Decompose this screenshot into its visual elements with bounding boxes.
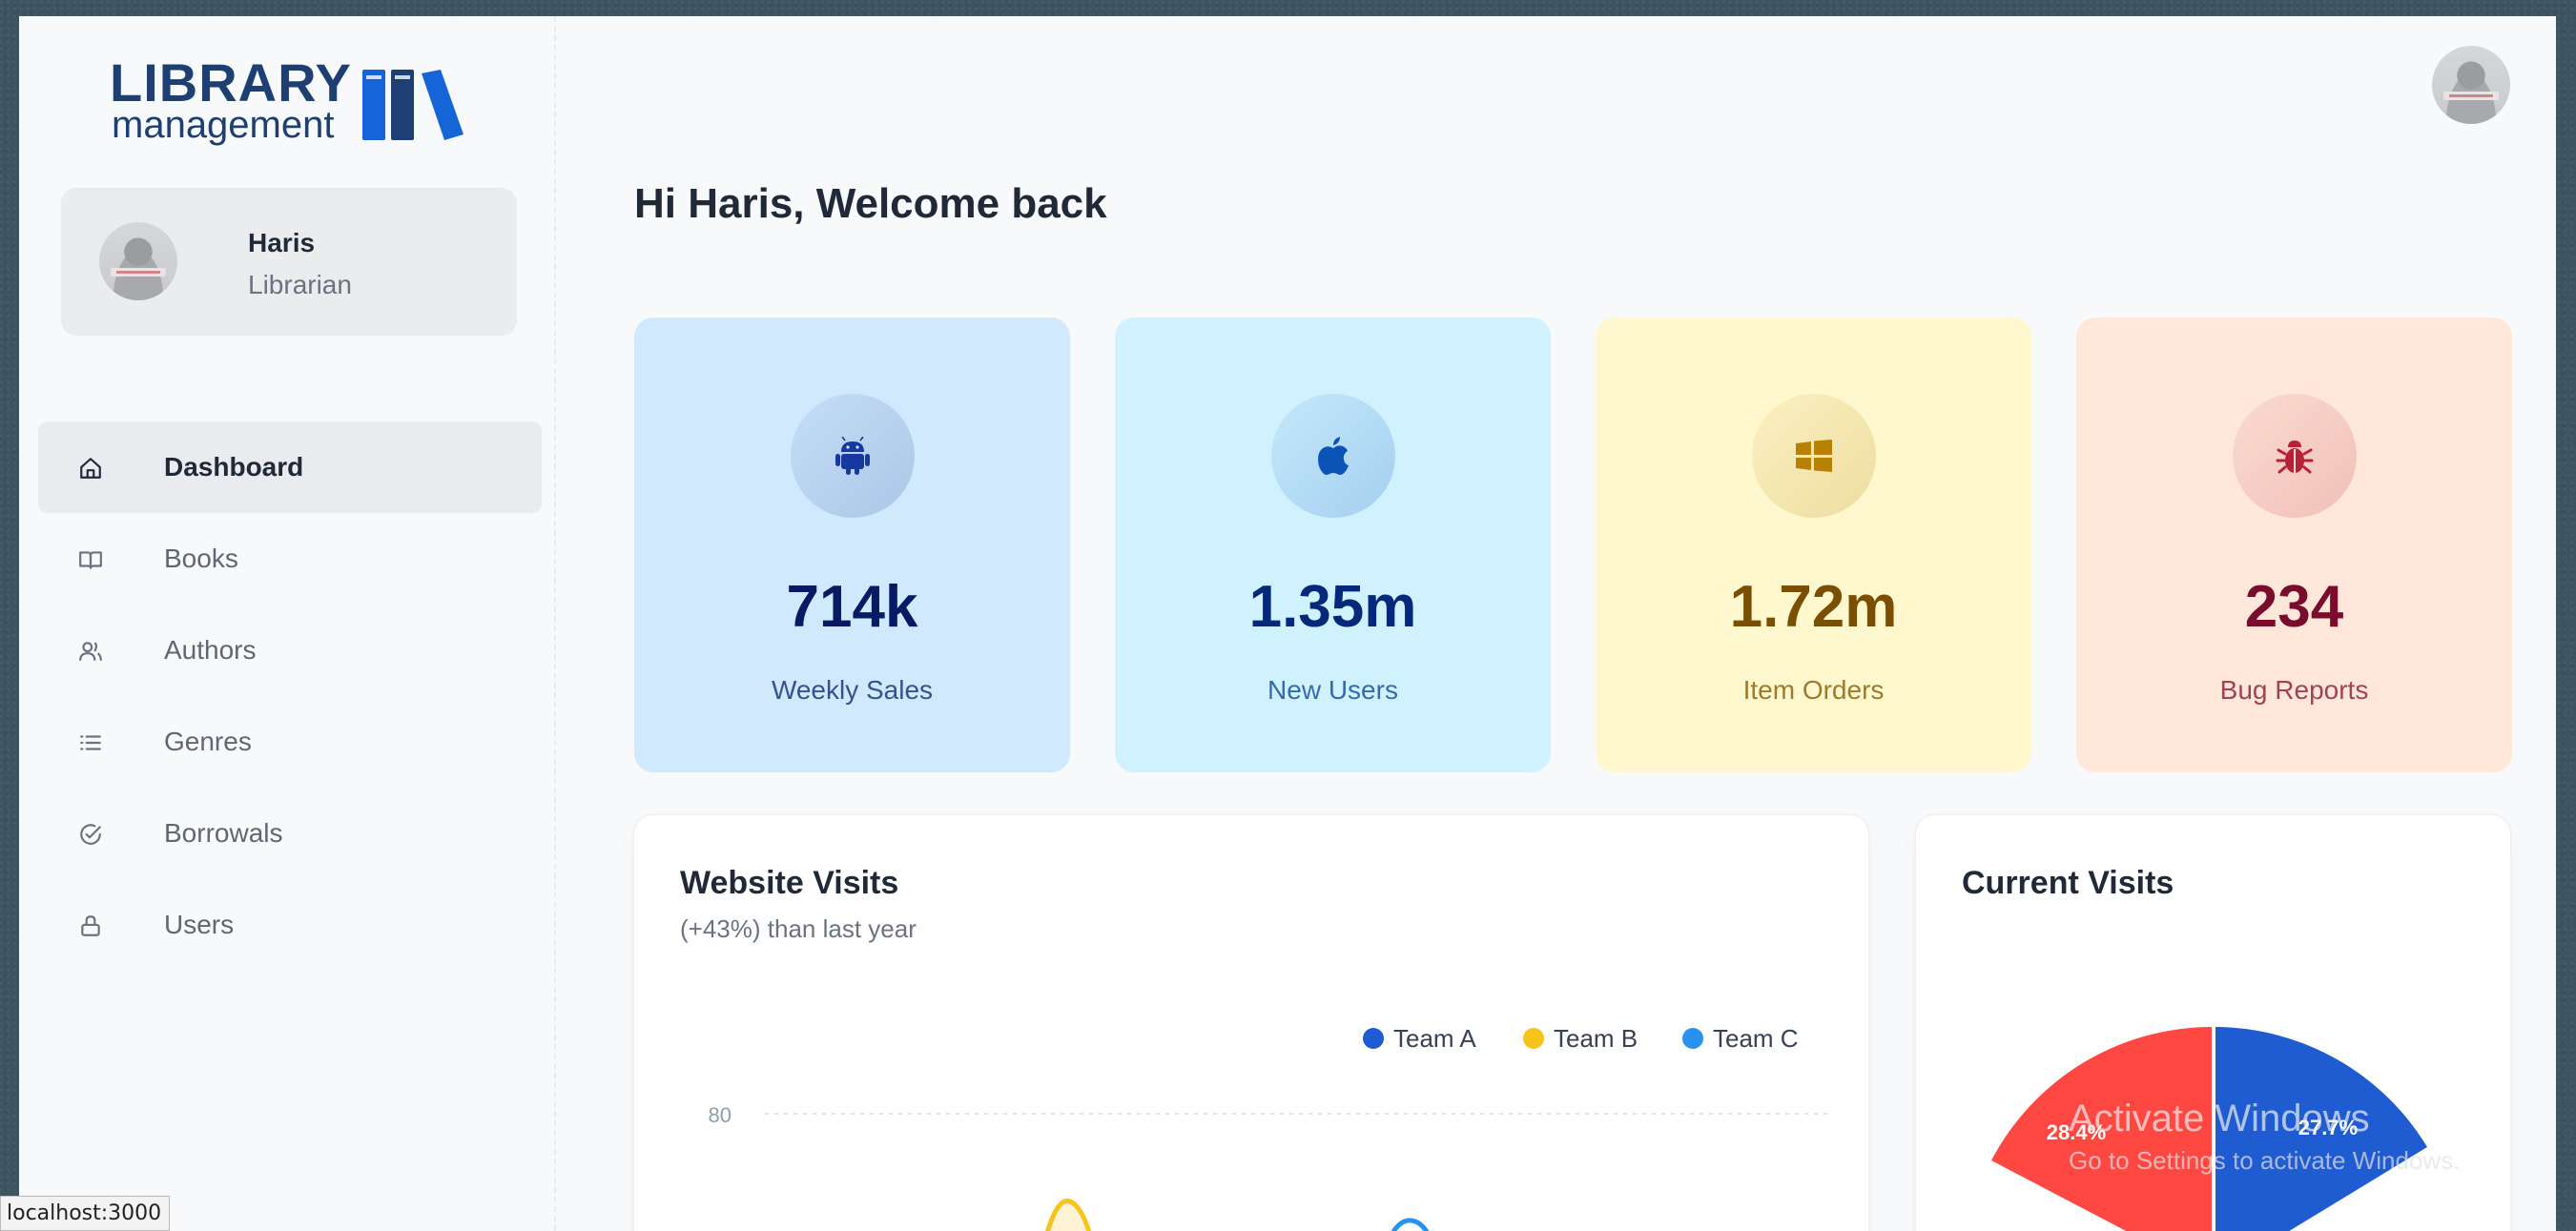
- stat-value: 1.72m: [1729, 574, 1898, 640]
- sidebar-item-authors[interactable]: Authors: [38, 605, 542, 696]
- team-b-series: [1044, 1198, 1092, 1231]
- stat-value: 1.35m: [1248, 574, 1417, 640]
- app-logo[interactable]: LIBRARY management: [110, 52, 491, 157]
- windows-icon: [1752, 394, 1876, 518]
- stat-card-weekly-sales: 714k Weekly Sales: [634, 318, 1070, 772]
- account-name: Haris: [248, 228, 316, 257]
- stat-value: 714k: [786, 574, 918, 640]
- slice-label: 27.7%: [2298, 1116, 2358, 1139]
- current-visits-pie: 28.4% 27.7%: [1991, 1020, 2427, 1231]
- team-c-series: [1391, 1218, 1430, 1231]
- page-title: Hi Haris, Welcome back: [634, 180, 1107, 227]
- sidebar-item-label: Books: [164, 544, 238, 573]
- visits-chart-area: 80 60: [709, 1103, 1831, 1231]
- status-url-tooltip: localhost:3000: [0, 1196, 170, 1231]
- sidebar-item-label: Users: [164, 910, 235, 939]
- logo-subtitle: management: [112, 104, 335, 146]
- list-icon: [76, 728, 105, 757]
- stat-label: Bug Reports: [2219, 675, 2369, 705]
- stat-card-bug-reports: 234 Bug Reports: [2076, 318, 2512, 772]
- website-visits-card: Website Visits (+43%) than last year Tea…: [634, 815, 1868, 1231]
- stat-value: 234: [2244, 574, 2344, 640]
- sidebar-nav: Dashboard Books Authors Genres Borrowals…: [38, 421, 542, 971]
- stat-card-item-orders: 1.72m Item Orders: [1596, 318, 2031, 772]
- home-icon: [76, 454, 105, 482]
- sidebar-item-genres[interactable]: Genres: [38, 696, 542, 788]
- sidebar: LIBRARY management Haris Librarian Dashb…: [19, 16, 556, 1231]
- lock-icon: [76, 912, 105, 940]
- avatar: [99, 222, 177, 300]
- slice-label: 28.4%: [2047, 1120, 2106, 1144]
- check-circle-icon: [76, 820, 105, 849]
- sidebar-item-label: Authors: [164, 635, 257, 665]
- stat-label: Item Orders: [1742, 675, 1885, 705]
- stat-label: New Users: [1267, 675, 1398, 705]
- books-logo-icon: [362, 70, 464, 140]
- stat-card-new-users: 1.35m New Users: [1115, 318, 1551, 772]
- sidebar-item-dashboard[interactable]: Dashboard: [38, 421, 542, 513]
- book-open-icon: [76, 545, 105, 574]
- y-tick-label: 80: [709, 1103, 732, 1127]
- apple-icon: [1271, 394, 1395, 518]
- header-avatar[interactable]: [2432, 46, 2510, 124]
- sidebar-item-books[interactable]: Books: [38, 513, 542, 605]
- sidebar-item-label: Dashboard: [164, 452, 304, 482]
- sidebar-item-users[interactable]: Users: [38, 879, 542, 971]
- account-role: Librarian: [248, 270, 352, 299]
- sidebar-item-label: Genres: [164, 727, 252, 756]
- bug-icon: [2233, 394, 2357, 518]
- sidebar-item-borrowals[interactable]: Borrowals: [38, 788, 542, 879]
- account-card[interactable]: Haris Librarian: [61, 188, 517, 336]
- sidebar-item-label: Borrowals: [164, 818, 283, 848]
- current-visits-card: Current Visits 28.4% 27.7%: [1916, 815, 2510, 1231]
- app-window: LIBRARY management Haris Librarian Dashb…: [19, 16, 2556, 1231]
- stat-label: Weekly Sales: [771, 675, 934, 705]
- people-icon: [76, 637, 105, 666]
- android-icon: [791, 394, 915, 518]
